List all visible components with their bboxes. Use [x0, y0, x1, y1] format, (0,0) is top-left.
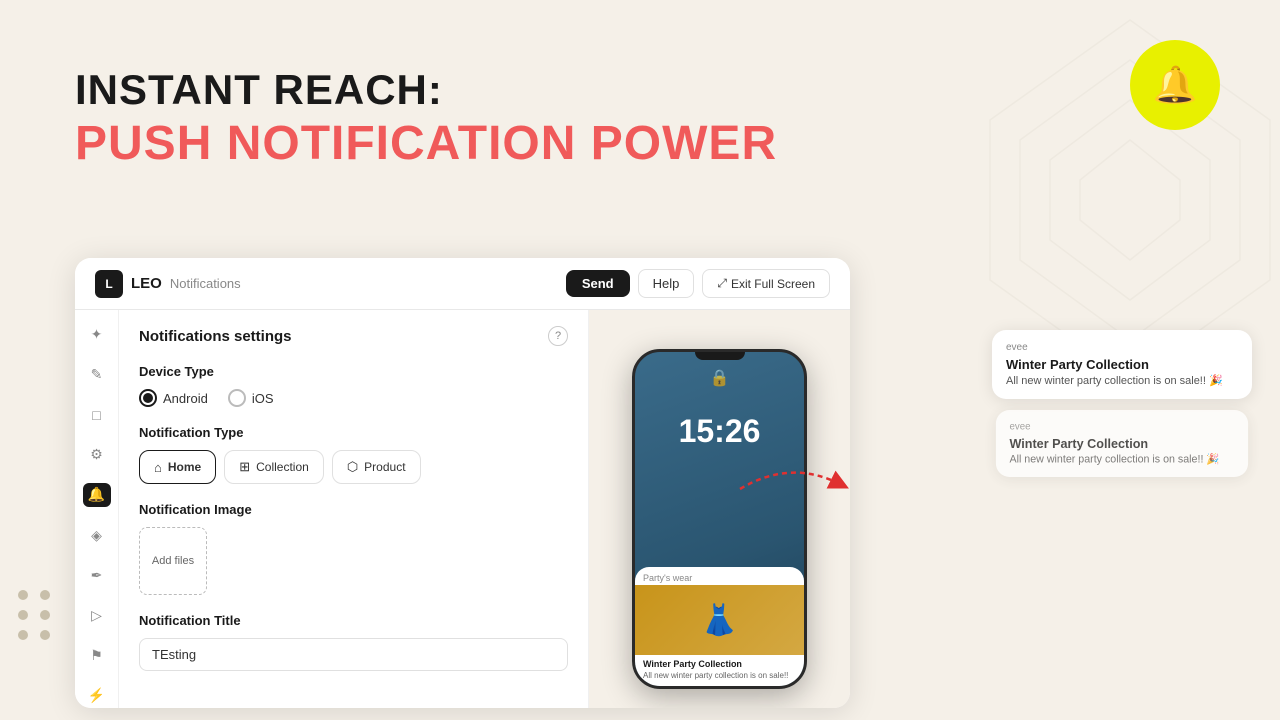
phone-card-subtitle: All new winter party collection is on sa… [635, 671, 804, 686]
notif-card-app-1: evee [1006, 342, 1238, 353]
settings-icon[interactable]: ⚙ [83, 443, 111, 467]
headline-line2: PUSH NOTIFICATION POWER [75, 115, 777, 173]
phone-lock-icon: 🔒 [635, 368, 804, 388]
app-body: ✦ ✎ □ ⚙ 🔔 ◈ ✒ ▷ ⚑ ⚡ Notifications settin… [75, 310, 850, 708]
phone-area: 🔒 15:26 Party's wear 👗 Winter Party Coll… [589, 310, 850, 708]
notification-image-label: Notification Image [139, 502, 568, 517]
notification-type-label: Notification Type [139, 425, 568, 440]
phone-time: 15:26 [635, 413, 804, 450]
phone-card: Party's wear 👗 Winter Party Collection A… [635, 567, 804, 686]
notif-card-body-1: All new winter party collection is on sa… [1006, 374, 1238, 387]
app-name: LEO [131, 275, 162, 292]
sidebar-icons: ✦ ✎ □ ⚙ 🔔 ◈ ✒ ▷ ⚑ ⚡ [75, 310, 119, 708]
product-icon: ⬡ [347, 459, 358, 475]
bolt-icon[interactable]: ⚡ [83, 684, 111, 708]
notification-type-section: Notification Type ⌂ Home ⊞ Collection ⬡ … [139, 425, 568, 484]
flag-icon[interactable]: ⚑ [83, 644, 111, 668]
fullscreen-button[interactable]: ⤢ Exit Full Screen [702, 269, 830, 298]
send-button[interactable]: Send [566, 270, 630, 297]
device-type-label: Device Type [139, 364, 568, 379]
android-radio[interactable]: Android [139, 389, 208, 407]
home-icon: ⌂ [154, 460, 162, 475]
sparkle-icon[interactable]: ✦ [83, 322, 111, 346]
notification-title-label: Notification Title [139, 613, 568, 628]
android-radio-outer [139, 389, 157, 407]
device-type-radio-group: Android iOS [139, 389, 568, 407]
ios-radio-outer [228, 389, 246, 407]
phone-card-image: 👗 [635, 585, 804, 655]
play-icon[interactable]: ▷ [83, 603, 111, 627]
help-button[interactable]: Help [638, 269, 695, 298]
collection-icon: ⊞ [239, 459, 250, 475]
notification-card-primary: evee Winter Party Collection All new win… [992, 330, 1252, 399]
fullscreen-icon: ⤢ [717, 276, 727, 291]
bell-icon-large: 🔔 [1153, 64, 1198, 106]
decorative-dots [18, 590, 52, 640]
file-icon[interactable]: □ [83, 402, 111, 426]
bell-circle: 🔔 [1130, 40, 1220, 130]
notif-card-body-2: All new winter party collection is on sa… [1009, 453, 1234, 466]
settings-title: Notifications settings [139, 328, 292, 345]
headline-line1: INSTANT REACH: [75, 65, 777, 115]
header-actions: Send Help ⤢ Exit Full Screen [566, 269, 830, 298]
android-radio-inner [143, 393, 153, 403]
notif-card-app-2: evee [1009, 422, 1234, 433]
app-logo: L [95, 270, 123, 298]
notification-type-buttons: ⌂ Home ⊞ Collection ⬡ Product [139, 450, 568, 484]
device-type-section: Device Type Android iOS [139, 364, 568, 407]
notification-card-secondary: evee Winter Party Collection All new win… [996, 410, 1248, 477]
notif-card-title-1: Winter Party Collection [1006, 357, 1238, 372]
settings-panel: Notifications settings ? Device Type And… [119, 310, 589, 708]
settings-help-icon[interactable]: ? [548, 326, 568, 346]
phone-card-tag: Party's wear [635, 567, 804, 585]
tag-icon[interactable]: ◈ [83, 523, 111, 547]
ios-radio[interactable]: iOS [228, 389, 274, 407]
notification-title-input[interactable] [139, 638, 568, 671]
bell-sidebar-icon[interactable]: 🔔 [83, 483, 111, 507]
headline-section: INSTANT REACH: PUSH NOTIFICATION POWER [75, 65, 777, 173]
app-subtitle: Notifications [170, 276, 241, 291]
pen-icon[interactable]: ✒ [83, 563, 111, 587]
notification-title-section: Notification Title [139, 613, 568, 671]
phone-notch [695, 352, 745, 360]
notification-cards-container: evee Winter Party Collection All new win… [992, 330, 1252, 478]
type-btn-collection[interactable]: ⊞ Collection [224, 450, 324, 484]
edit-icon[interactable]: ✎ [83, 362, 111, 386]
notification-image-section: Notification Image Add files [139, 502, 568, 595]
phone-card-title: Winter Party Collection [635, 655, 804, 671]
add-files-label: Add files [152, 555, 194, 567]
app-header: L LEO Notifications Send Help ⤢ Exit Ful… [75, 258, 850, 310]
image-upload-box[interactable]: Add files [139, 527, 207, 595]
settings-title-row: Notifications settings ? [139, 326, 568, 346]
app-window: L LEO Notifications Send Help ⤢ Exit Ful… [75, 258, 850, 708]
type-btn-home[interactable]: ⌂ Home [139, 450, 216, 484]
phone-mockup: 🔒 15:26 Party's wear 👗 Winter Party Coll… [632, 349, 807, 689]
type-btn-product[interactable]: ⬡ Product [332, 450, 421, 484]
notif-card-title-2: Winter Party Collection [1009, 436, 1234, 451]
